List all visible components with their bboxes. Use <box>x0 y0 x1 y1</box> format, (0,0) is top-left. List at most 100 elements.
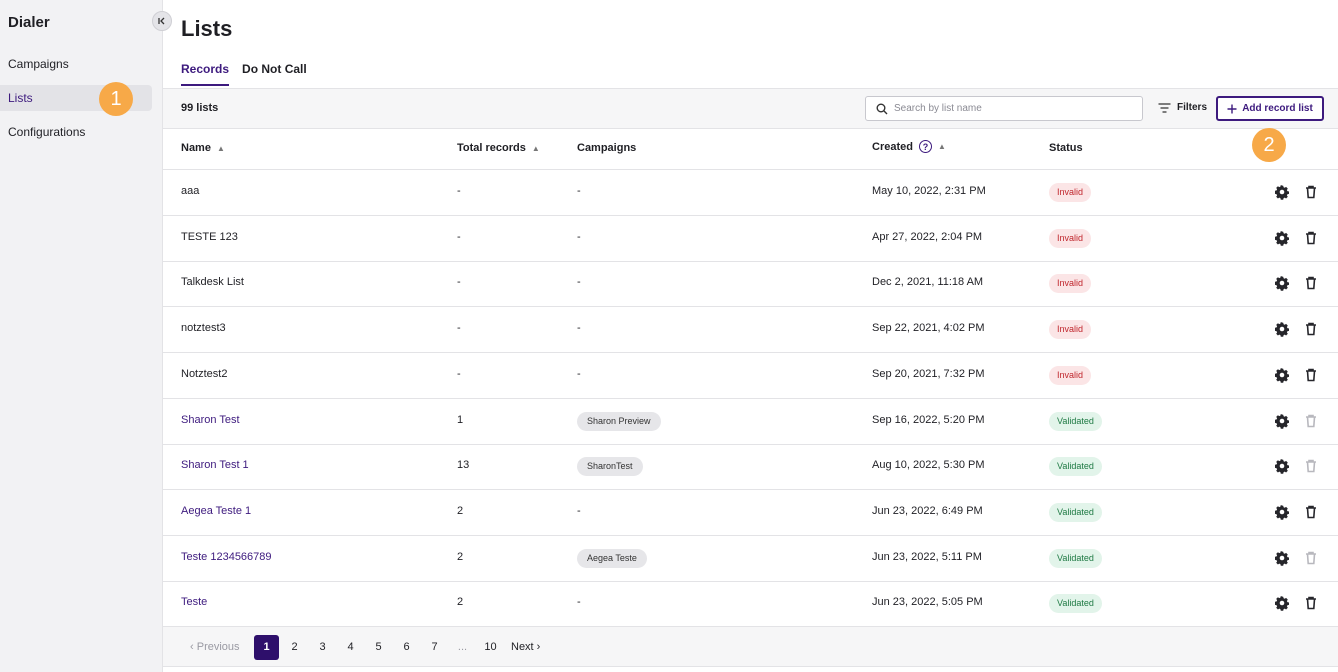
gear-icon[interactable] <box>1274 595 1290 611</box>
status-badge: Invalid <box>1049 320 1092 340</box>
gear-icon[interactable] <box>1274 321 1290 337</box>
tab-do-not-call[interactable]: Do Not Call <box>242 62 307 86</box>
collapse-sidebar-button[interactable] <box>152 11 172 31</box>
trash-icon[interactable] <box>1303 275 1319 291</box>
page-button[interactable]: 10 <box>478 635 503 660</box>
previous-page-button[interactable]: ‹ Previous <box>190 635 240 660</box>
filters-label: Filters <box>1177 102 1208 113</box>
row-total-records: - <box>457 322 461 335</box>
column-status: Status <box>1049 142 1083 154</box>
add-record-list-label: Add record list <box>1242 103 1313 114</box>
gear-icon[interactable] <box>1274 367 1290 383</box>
row-total-records: - <box>457 185 461 197</box>
page-button[interactable]: 3 <box>310 635 335 660</box>
row-name[interactable]: Aegea Teste 1 <box>181 505 251 517</box>
gear-icon[interactable] <box>1274 550 1290 566</box>
trash-icon[interactable] <box>1303 367 1319 383</box>
page-button[interactable]: 5 <box>366 635 391 660</box>
sidebar-item-configurations[interactable]: Configurations <box>0 119 152 145</box>
table-row[interactable]: Teste 1234566789 2 Aegea Teste Jun 23, 2022… <box>163 536 1338 582</box>
row-created: Aug 10, 2022, 5:30 PM <box>872 459 985 472</box>
page-button[interactable]: 7 <box>422 635 447 660</box>
row-name[interactable]: Sharon Test 1 <box>181 459 249 471</box>
row-name[interactable]: Teste <box>181 596 207 608</box>
trash-icon[interactable] <box>1303 321 1319 337</box>
search-input[interactable] <box>894 103 1134 114</box>
sort-icon: ▲ <box>531 143 540 153</box>
table-row[interactable]: Sharon Test 1 13 SharonTest Aug 10, 2022, 5… <box>163 444 1338 491</box>
status-badge: Validated <box>1049 594 1102 614</box>
column-created-label: Created <box>872 140 913 153</box>
row-campaign: - <box>577 276 581 289</box>
table-row[interactable]: Notztest2 - - Sep 20, 2021, 7:32 PM Invalid <box>163 353 1338 399</box>
status-badge: Validated <box>1049 548 1102 568</box>
row-total-records: 2 <box>457 504 464 517</box>
row-total-records: - <box>457 276 461 289</box>
column-campaigns: Campaigns <box>577 142 636 154</box>
trash-icon <box>1303 413 1319 429</box>
column-created[interactable]: Created ? ▲ <box>872 140 946 153</box>
sidebar-item-campaigns[interactable]: Campaigns <box>0 51 152 77</box>
tabs: Records Do Not Call <box>181 62 307 86</box>
table-row[interactable]: notztest3 - - Sep 22, 2021, 4:02 PM Invalid <box>163 307 1338 354</box>
next-page-button[interactable]: Next › <box>511 635 540 660</box>
search-box[interactable] <box>865 96 1143 121</box>
gear-icon[interactable] <box>1274 458 1290 474</box>
row-name: aaa <box>181 185 200 197</box>
filters-button[interactable]: Filters <box>1158 102 1207 113</box>
trash-icon <box>1303 458 1319 474</box>
table-row[interactable]: TESTE 123 - - Apr 27, 2022, 2:04 PM Invalid <box>163 216 1338 262</box>
table-row[interactable]: aaa - - May 10, 2022, 2:31 PM Invalid <box>163 170 1338 216</box>
row-campaign: - <box>577 504 581 517</box>
next-label: Next <box>511 641 534 653</box>
status-badge: Validated <box>1049 457 1102 477</box>
row-total-records: 13 <box>457 459 470 472</box>
row-name[interactable]: Teste 1234566789 <box>181 551 272 563</box>
toolbar: 99 lists Filters Add record list <box>163 88 1338 129</box>
trash-icon[interactable] <box>1303 230 1319 246</box>
status-badge: Validated <box>1049 411 1102 431</box>
column-campaigns-label: Campaigns <box>577 142 637 154</box>
row-created: Apr 27, 2022, 2:04 PM <box>872 230 983 243</box>
gear-icon[interactable] <box>1274 230 1290 246</box>
trash-icon[interactable] <box>1303 184 1319 200</box>
row-created: Jun 23, 2022, 5:05 PM <box>872 596 983 609</box>
row-created: Jun 23, 2022, 5:11 PM <box>872 550 982 563</box>
row-name[interactable]: Sharon Test <box>181 414 240 426</box>
row-campaign: - <box>577 230 581 243</box>
column-name[interactable]: Name ▲ <box>181 142 225 154</box>
row-campaign: - <box>577 185 581 197</box>
table-row[interactable]: Teste 2 - Jun 23, 2022, 5:05 PM Validated <box>163 581 1338 628</box>
column-total-records[interactable]: Total records ▲ <box>457 142 540 154</box>
table-row[interactable]: Sharon Test 1 Sharon Preview Sep 16, 2022, … <box>163 399 1338 445</box>
gear-icon[interactable] <box>1274 504 1290 520</box>
help-icon[interactable]: ? <box>918 140 932 153</box>
row-total-records: - <box>457 367 461 380</box>
row-campaign: - <box>577 596 581 609</box>
row-total-records: 1 <box>457 413 464 426</box>
add-record-list-button[interactable]: Add record list <box>1216 96 1324 121</box>
table-row[interactable]: Talkdesk List - - Dec 2, 2021, 11:18 AM Inva… <box>163 261 1338 308</box>
page-button[interactable]: 2 <box>282 635 307 660</box>
tab-records[interactable]: Records <box>181 62 230 86</box>
status-badge: Invalid <box>1049 228 1092 248</box>
previous-label: Previous <box>196 641 240 653</box>
row-created: Jun 23, 2022, 6:49 PM <box>872 504 983 517</box>
row-created: Sep 16, 2022, 5:20 PM <box>872 413 985 426</box>
row-campaign-chip: Sharon Preview <box>577 411 661 431</box>
row-created: May 10, 2022, 2:31 PM <box>872 185 986 197</box>
gear-icon[interactable] <box>1274 184 1290 200</box>
table-row[interactable]: Aegea Teste 1 2 - Jun 23, 2022, 6:49 PM Vali… <box>163 490 1338 536</box>
row-name: notztest3 <box>181 322 226 335</box>
gear-icon[interactable] <box>1274 275 1290 292</box>
annotation-marker-2: 2 <box>1252 128 1286 162</box>
pagination: ‹ Previous 1 2 3 4 5 6 7... 10 Next › <box>163 626 1338 667</box>
sidebar: Dialer Campaigns Lists Configurations <box>0 0 163 672</box>
trash-icon[interactable] <box>1303 595 1319 611</box>
table-header: Name ▲ Total records ▲ Campaigns Created… <box>163 129 1338 170</box>
page-button[interactable]: 1 <box>254 635 279 660</box>
page-button[interactable]: 4 <box>338 635 363 660</box>
page-button[interactable]: 6 <box>394 635 419 660</box>
trash-icon[interactable] <box>1303 504 1319 520</box>
gear-icon[interactable] <box>1274 413 1290 429</box>
